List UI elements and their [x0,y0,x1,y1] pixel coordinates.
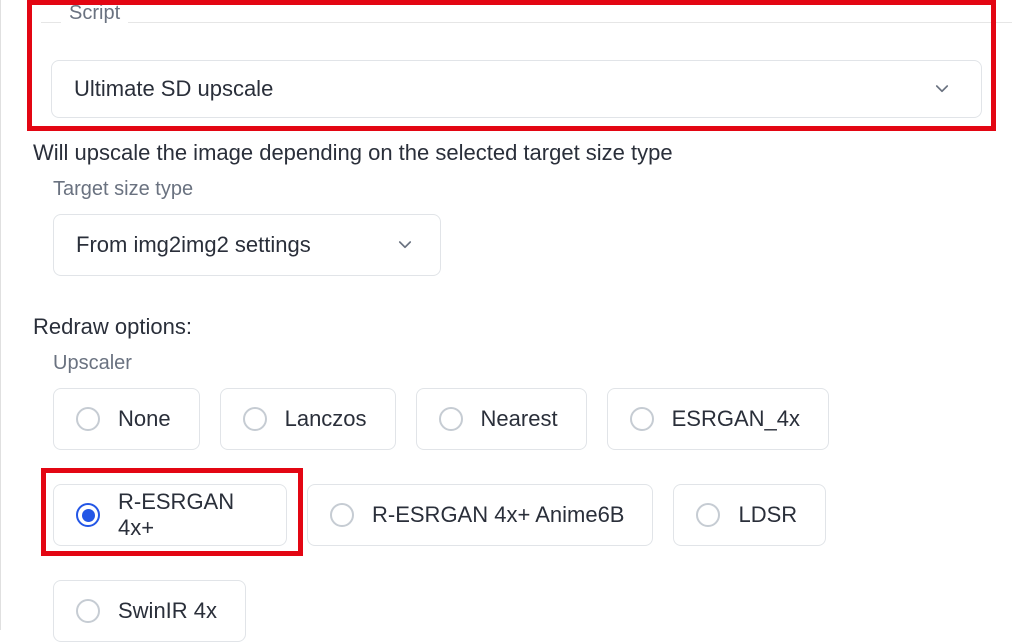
description-text: Will upscale the image depending on the … [33,140,673,166]
upscaler-row-2: R-ESRGAN 4x+ R-ESRGAN 4x+ Anime6B LDSR [53,484,826,546]
script-legend: Script [61,2,128,25]
upscaler-label: Upscaler [53,352,132,375]
upscaler-option-label: R-ESRGAN 4x+ Anime6B [372,502,624,528]
upscaler-option-swinir4x[interactable]: SwinIR 4x [53,580,246,642]
target-size-type-value: From img2img2 settings [76,232,311,258]
radio-icon [696,503,720,527]
script-fieldset: Script Ultimate SD upscale [39,4,994,124]
upscaler-option-label: R-ESRGAN 4x+ [118,489,258,541]
radio-icon [76,503,100,527]
script-select[interactable]: Ultimate SD upscale [51,60,982,118]
upscaler-option-nearest[interactable]: Nearest [416,388,587,450]
upscaler-option-label: ESRGAN_4x [672,406,800,432]
radio-icon [630,407,654,431]
upscaler-option-label: Lanczos [285,406,367,432]
upscaler-option-label: LDSR [738,502,797,528]
upscaler-row-3: SwinIR 4x [53,580,246,642]
upscaler-option-label: Nearest [481,406,558,432]
upscaler-option-esrgan4x[interactable]: ESRGAN_4x [607,388,829,450]
radio-icon [76,407,100,431]
radio-icon [439,407,463,431]
upscaler-option-resrgan4x[interactable]: R-ESRGAN 4x+ [53,484,287,546]
chevron-down-icon [933,80,951,98]
redraw-options-label: Redraw options: [33,314,192,340]
target-size-type-select[interactable]: From img2img2 settings [53,214,441,276]
script-select-value: Ultimate SD upscale [74,76,273,102]
upscaler-option-label: SwinIR 4x [118,598,217,624]
upscaler-option-lanczos[interactable]: Lanczos [220,388,396,450]
upscaler-option-ldsr[interactable]: LDSR [673,484,826,546]
radio-icon [330,503,354,527]
upscaler-option-none[interactable]: None [53,388,200,450]
upscaler-option-resrgan4xanime[interactable]: R-ESRGAN 4x+ Anime6B [307,484,653,546]
radio-icon [243,407,267,431]
radio-icon [76,599,100,623]
upscaler-option-label: None [118,406,171,432]
chevron-down-icon [396,236,414,254]
upscaler-row-1: None Lanczos Nearest ESRGAN_4x [53,388,829,450]
target-size-type-label: Target size type [53,178,193,201]
